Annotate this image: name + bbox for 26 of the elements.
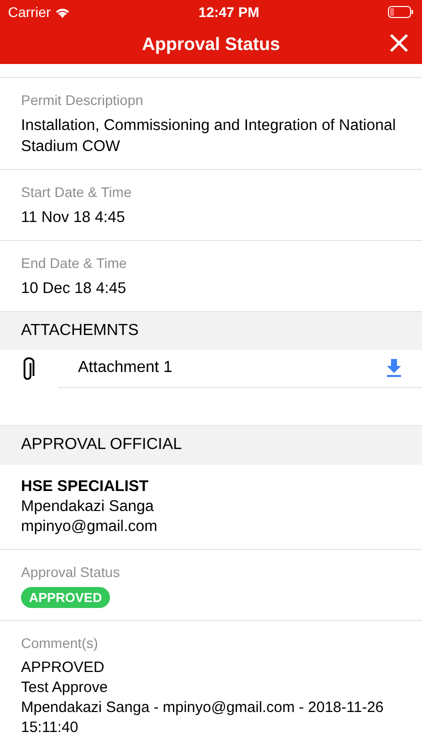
field-value: Installation, Commissioning and Integration of National Stadium COW	[21, 116, 397, 157]
paperclip-icon	[22, 356, 36, 382]
carrier-label: Carrier	[8, 2, 51, 22]
comment-line: Mpendakazi Sanga - mpinyo@gmail.com - 2018-11-26 15:11:40	[21, 698, 385, 738]
section-header: APPROVAL OFFICIAL	[0, 426, 422, 464]
download-icon[interactable]	[386, 359, 402, 378]
field-label: Permit Descriptiopn	[21, 90, 144, 110]
field-label: Approval Status	[21, 562, 120, 582]
field-value: 11 Nov 18 4:45	[21, 208, 126, 228]
official-role: HSE SPECIALIST	[21, 476, 150, 496]
attachment-row[interactable]: Attachment 1	[0, 350, 422, 388]
wifi-icon	[54, 6, 70, 18]
official-name: Mpendakazi Sanga	[21, 496, 155, 516]
comment-line: APPROVED	[21, 658, 106, 678]
field-value: 10 Dec 18 4:45	[21, 278, 128, 299]
attachment-name: Attachment 1	[78, 358, 174, 378]
screen-title: Approval Status	[142, 32, 280, 56]
field-label: Start Date & Time	[21, 182, 132, 202]
section-header: ATTACHEMNTS	[0, 312, 422, 350]
status-badge: APPROVED	[21, 586, 110, 608]
field-label: Comment(s)	[21, 634, 100, 653]
clock-time: 12:47 PM	[198, 2, 260, 22]
official-email: mpinyo@gmail.com	[21, 516, 158, 536]
close-icon	[388, 32, 410, 54]
comment-line: Test Approve	[21, 678, 109, 698]
field-label: End Date & Time	[21, 254, 128, 273]
